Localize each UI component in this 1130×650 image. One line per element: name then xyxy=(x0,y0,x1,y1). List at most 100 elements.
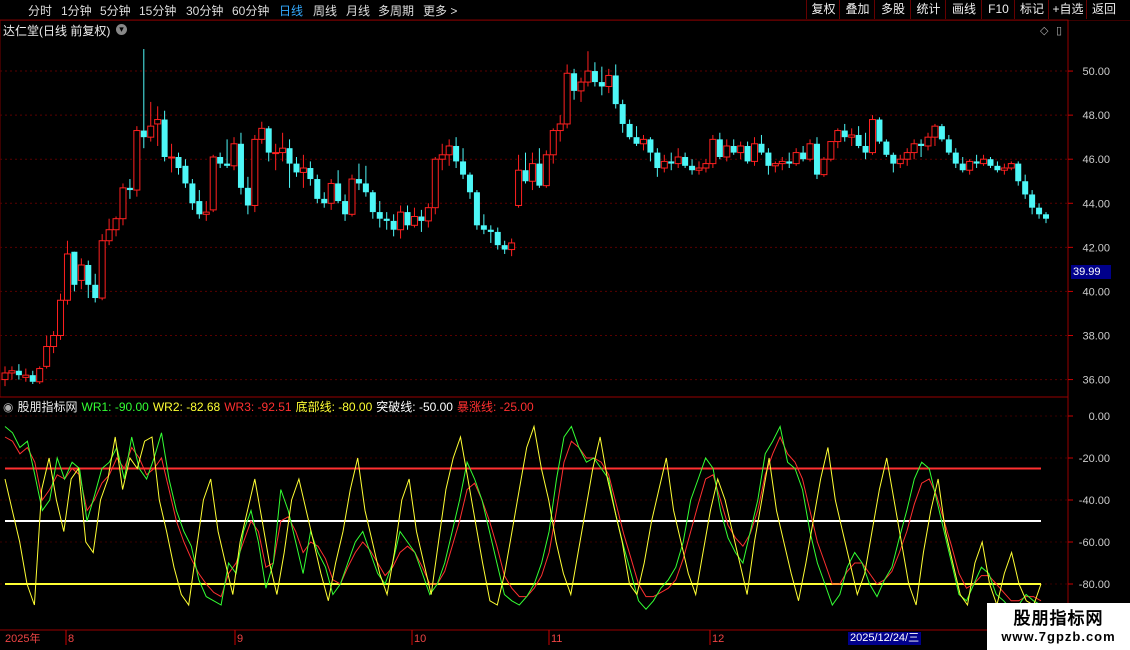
indicator-value-0: WR1: -90.00 xyxy=(81,400,149,414)
watermark-title: 股朋指标网 xyxy=(1013,609,1104,628)
candle-body-down xyxy=(480,225,487,230)
candle-body-up xyxy=(695,167,703,171)
candle-body-down xyxy=(668,161,675,164)
candle-body-up xyxy=(910,143,918,154)
candle-body-down xyxy=(321,198,328,204)
candle-body-up xyxy=(348,178,356,215)
indicator-value-5: 暴涨线: -25.00 xyxy=(456,400,534,414)
watermark-logo: 股朋指标网 www.7gpzb.com xyxy=(987,603,1130,650)
candle-body-down xyxy=(689,165,696,171)
candle-body-up xyxy=(563,72,571,125)
candle-body-down xyxy=(1022,181,1029,195)
candle-body-up xyxy=(515,169,523,206)
candle-body-up xyxy=(737,145,745,154)
candle-body-up xyxy=(230,143,238,167)
panel-icon: ▯ xyxy=(1056,25,1062,37)
candle-body-down xyxy=(293,163,300,173)
candle-body-down xyxy=(1036,207,1043,215)
candle-body-down xyxy=(126,187,133,191)
candle-body-up xyxy=(848,134,856,138)
price-tick-label: 44.00 xyxy=(1082,198,1110,210)
candle-body-down xyxy=(342,201,349,215)
candle-body-up xyxy=(702,163,710,169)
candle-body-down xyxy=(355,179,362,184)
candle-body-down xyxy=(994,165,1001,171)
candle-body-down xyxy=(140,130,147,138)
indicator-tick-label: -20.00 xyxy=(1079,453,1110,465)
candle-body-down xyxy=(189,183,196,204)
candle-body-down xyxy=(418,216,425,221)
candle-body-up xyxy=(556,123,564,132)
kline-chart[interactable]: 50.00 48.00 46.00 44.00 42.00 40.00 38.00 36.00… xyxy=(0,0,1130,650)
candle-body-down xyxy=(92,284,99,299)
candle-body-up xyxy=(112,218,120,231)
indicator-value-4: 突破线: -50.00 xyxy=(376,400,453,414)
candle-body-down xyxy=(85,264,92,285)
price-tick-label: 36.00 xyxy=(1082,375,1110,387)
candle-body-down xyxy=(862,145,869,153)
candle-body-up xyxy=(424,207,432,222)
candle-body-up xyxy=(258,127,266,140)
candle-body-down xyxy=(335,183,342,202)
candle-body-down xyxy=(473,192,480,226)
candle-body-up xyxy=(869,119,876,154)
candle-body-up xyxy=(966,160,974,171)
crosshair-date: 2025/12/24/三 xyxy=(848,632,922,645)
candle-body-up xyxy=(397,211,405,231)
candle-body-up xyxy=(36,368,44,383)
candle-body-down xyxy=(945,139,952,153)
candle-body-up xyxy=(709,138,717,165)
candle-body-up xyxy=(660,160,668,169)
indicator-menu-icon[interactable]: ◉ xyxy=(3,400,13,414)
candle-body-down xyxy=(494,231,501,246)
candle-body-down xyxy=(959,163,966,171)
date-label: 2025年 xyxy=(5,631,40,645)
candle-body-up xyxy=(105,229,113,242)
date-label: 9 xyxy=(237,633,243,645)
candle-body-down xyxy=(744,145,751,162)
price-tick-label: 50.00 xyxy=(1082,66,1110,78)
candle-body-up xyxy=(57,299,65,337)
candle-body-down xyxy=(938,126,945,140)
candle-body-up xyxy=(508,242,516,251)
date-label: 12 xyxy=(712,633,724,645)
main-panel-frame xyxy=(0,19,1069,398)
candle-body-up xyxy=(820,158,828,176)
candle-body-down xyxy=(501,245,508,250)
candle-body-down xyxy=(314,179,321,199)
candle-body-up xyxy=(119,187,127,220)
indicator-value-2: WR3: -92.51 xyxy=(224,400,292,414)
candle-body-down xyxy=(161,119,168,157)
candle-body-up xyxy=(154,119,162,125)
candle-body-up xyxy=(202,211,210,215)
candle-body-down xyxy=(973,161,980,164)
date-label: 8 xyxy=(68,633,74,645)
candle-body-up xyxy=(77,264,85,281)
candle-body-up xyxy=(806,143,814,160)
diamond-icon: ◇ xyxy=(1040,25,1049,37)
candle-body-down xyxy=(716,139,723,157)
candle-body-down xyxy=(841,130,848,138)
candle-body-up xyxy=(50,335,58,348)
candle-body-up xyxy=(1000,167,1008,171)
candle-body-down xyxy=(15,370,22,376)
candle-body-down xyxy=(626,123,633,138)
candle-body-down xyxy=(1043,214,1049,219)
indicator-value-3: 底部线: -80.00 xyxy=(295,400,373,414)
candle-body-up xyxy=(639,138,647,145)
candle-body-up xyxy=(410,216,418,226)
candle-body-up xyxy=(43,346,51,367)
candle-body-up xyxy=(549,130,557,156)
candle-body-up xyxy=(723,145,731,158)
candle-body-down xyxy=(466,174,473,193)
candle-body-down xyxy=(952,152,959,164)
indicator-tick-label: 0.00 xyxy=(1089,411,1110,423)
candle-body-down xyxy=(855,134,862,146)
candle-body-down xyxy=(591,71,598,83)
indicator-tick-label: -40.00 xyxy=(1079,495,1110,507)
indicator-name: 股朋指标网 xyxy=(17,400,78,414)
price-tick-label: 38.00 xyxy=(1082,331,1110,343)
candle-body-up xyxy=(63,253,71,301)
candle-body-down xyxy=(182,165,189,184)
candle-body-down xyxy=(883,141,890,155)
